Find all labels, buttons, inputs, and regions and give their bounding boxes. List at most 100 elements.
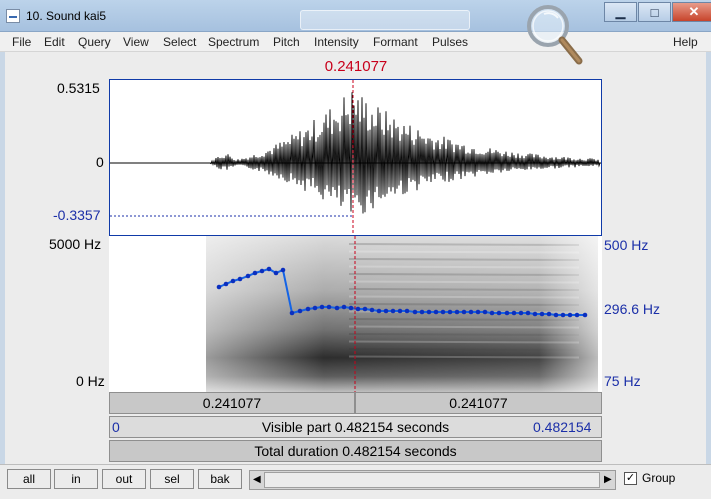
bottom-toolbar: all in out sel bak ◀ ▶ ✓ Group — [0, 464, 711, 499]
pitch-point — [404, 308, 410, 314]
selection-left-segment[interactable]: 0.241077 — [109, 392, 355, 414]
waveform-zero-label: 0 — [96, 154, 104, 170]
pitch-point — [334, 305, 340, 311]
zoom-back-button[interactable]: bak — [198, 469, 242, 489]
pitch-point — [560, 312, 566, 318]
menu-bar: File Edit Query View Select Spectrum Pit… — [0, 32, 711, 52]
zoom-in-button[interactable]: in — [54, 469, 98, 489]
pitch-point — [582, 312, 588, 318]
pitch-point — [223, 281, 229, 287]
pitch-point — [289, 310, 295, 316]
close-button[interactable]: ✕ — [672, 2, 711, 22]
pitch-point — [355, 306, 361, 312]
pitch-point — [319, 304, 325, 310]
pitch-point — [280, 267, 286, 273]
background-window-ghost — [300, 10, 470, 30]
pitch-point — [539, 311, 545, 317]
menu-select[interactable]: Select — [163, 35, 196, 49]
menu-pitch[interactable]: Pitch — [273, 35, 300, 49]
visible-start-label: 0 — [112, 419, 120, 435]
waveform-max-label: 0.5315 — [57, 80, 100, 96]
pitch-point — [237, 276, 243, 282]
zoom-all-button[interactable]: all — [7, 469, 51, 489]
menu-file[interactable]: File — [12, 35, 31, 49]
pitch-point — [216, 284, 222, 290]
pitch-point — [433, 309, 439, 315]
pitch-point — [447, 309, 453, 315]
scroll-left-arrow-icon[interactable]: ◀ — [253, 474, 261, 485]
pitch-point — [348, 305, 354, 311]
pitch-point — [553, 312, 559, 318]
group-checkbox[interactable]: ✓ — [624, 471, 637, 485]
pitch-point — [468, 309, 474, 315]
spectrogram-max-freq-label: 5000 Hz — [49, 236, 102, 252]
pitch-point — [546, 311, 552, 317]
waveform-panel[interactable] — [109, 79, 602, 236]
pitch-point — [440, 309, 446, 315]
window-controls: ▁ □ ✕ — [604, 2, 711, 24]
zoom-out-button[interactable]: out — [102, 469, 146, 489]
pitch-point — [504, 310, 510, 316]
scrollbar-thumb[interactable] — [264, 472, 600, 488]
menu-spectrum[interactable]: Spectrum — [208, 35, 259, 49]
pitch-point — [376, 308, 382, 314]
pitch-point — [383, 308, 389, 314]
menu-view[interactable]: View — [123, 35, 149, 49]
pitch-point — [525, 310, 531, 316]
pitch-point — [390, 308, 396, 314]
pitch-point — [245, 273, 251, 279]
menu-help[interactable]: Help — [673, 35, 698, 49]
menu-edit[interactable]: Edit — [44, 35, 65, 49]
menu-pulses[interactable]: Pulses — [432, 35, 468, 49]
pitch-point — [419, 309, 425, 315]
visible-end-label: 0.482154 — [533, 419, 592, 435]
pitch-point — [266, 266, 272, 272]
pitch-point — [412, 309, 418, 315]
pitch-point — [461, 309, 467, 315]
visible-part-bar[interactable]: Visible part 0.482154 seconds — [109, 416, 602, 438]
pitch-point — [397, 308, 403, 314]
spectrogram-min-freq-label: 0 Hz — [76, 373, 105, 389]
pitch-point — [567, 312, 573, 318]
waveform-min-label: -0.3357 — [53, 207, 101, 223]
pitch-point — [482, 309, 488, 315]
pitch-point — [532, 311, 538, 317]
pitch-point — [426, 309, 432, 315]
pitch-point — [518, 310, 524, 316]
selection-right-segment[interactable]: 0.241077 — [355, 392, 602, 414]
maximize-button[interactable]: □ — [638, 2, 671, 22]
menu-formant[interactable]: Formant — [373, 35, 418, 49]
pitch-current-label: 296.6 Hz — [604, 301, 661, 317]
minimize-button[interactable]: ▁ — [604, 2, 637, 22]
magnifier-icon[interactable] — [522, 2, 584, 66]
pitch-point — [297, 308, 303, 314]
title-bar: 10. Sound kai5 ▁ □ ✕ — [0, 0, 711, 32]
pitch-point — [489, 310, 495, 316]
pitch-point — [326, 304, 332, 310]
pitch-point — [312, 305, 318, 311]
group-label: Group — [642, 471, 676, 485]
pitch-point — [230, 278, 236, 284]
pitch-point — [305, 306, 311, 312]
pitch-point — [511, 310, 517, 316]
total-duration-bar[interactable]: Total duration 0.482154 seconds — [109, 440, 602, 462]
group-toggle[interactable]: ✓ Group — [624, 471, 675, 485]
menu-query[interactable]: Query — [78, 35, 111, 49]
menu-intensity[interactable]: Intensity — [314, 35, 359, 49]
praat-window-icon — [6, 9, 20, 23]
pitch-point — [259, 268, 265, 274]
pitch-min-label: 75 Hz — [604, 373, 641, 389]
zoom-selection-button[interactable]: sel — [150, 469, 194, 489]
waveform-signal — [110, 92, 601, 214]
pitch-point — [475, 309, 481, 315]
spectrogram-panel[interactable] — [109, 236, 602, 392]
time-scrollbar[interactable]: ◀ ▶ — [249, 470, 616, 490]
scroll-right-arrow-icon[interactable]: ▶ — [604, 474, 612, 485]
spectrogram-plot — [206, 236, 598, 392]
pitch-point — [496, 310, 502, 316]
pitch-point — [369, 307, 375, 313]
pitch-point — [454, 309, 460, 315]
pitch-point — [362, 306, 368, 312]
waveform-plot — [110, 80, 601, 235]
pitch-point — [574, 312, 580, 318]
